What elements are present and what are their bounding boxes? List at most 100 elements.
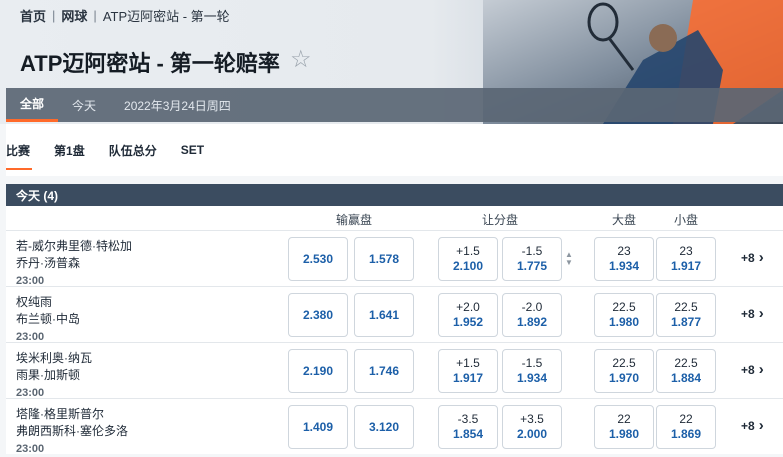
- odds-price: 1.854: [452, 427, 484, 441]
- moneyline-away-button[interactable]: 3.120: [354, 405, 414, 449]
- more-count: +8: [741, 418, 755, 433]
- odds-line: +1.5: [456, 244, 480, 258]
- moneyline-home-button[interactable]: 2.380: [288, 293, 348, 337]
- chevron-right-icon: ›: [758, 249, 764, 266]
- more-count: +8: [741, 306, 755, 321]
- team-away[interactable]: 弗朗西斯科·塞伦多洛: [16, 422, 128, 439]
- odds-price: 1.578: [368, 251, 400, 266]
- team-home[interactable]: 塔隆·格里斯普尔: [16, 405, 104, 422]
- handicap-away-button[interactable]: -1.5 1.775: [502, 237, 562, 281]
- team-home[interactable]: 权纯雨: [16, 293, 52, 310]
- odds-line: 23: [679, 244, 693, 258]
- match-row: 塔隆·格里斯普尔 弗朗西斯科·塞伦多洛 23:00 1.409 3.120 -3…: [6, 398, 783, 455]
- breadcrumb: 首页 | 网球 | ATP迈阿密站 - 第一轮: [20, 6, 230, 25]
- odds-price: 2.100: [452, 259, 484, 273]
- odds-price: 1.980: [608, 315, 640, 329]
- odds-price: 1.877: [670, 315, 702, 329]
- column-under: 小盘: [674, 213, 699, 227]
- odds-price: 2.190: [302, 363, 334, 378]
- team-away[interactable]: 布兰顿·中岛: [16, 310, 80, 327]
- handicap-home-button[interactable]: -3.5 1.854: [438, 405, 498, 449]
- breadcrumb-home[interactable]: 首页: [20, 6, 46, 25]
- team-home[interactable]: 若-威尔弗里德·特松加: [16, 237, 132, 254]
- odds-price: 1.746: [368, 363, 400, 378]
- tab-set[interactable]: SET: [169, 124, 216, 176]
- breadcrumb-sport[interactable]: 网球: [61, 6, 87, 25]
- odds-line: 22.5: [612, 356, 636, 370]
- odds-line: 23: [617, 244, 631, 258]
- date-filter-tabs: 全部 今天 2022年3月24日周四: [6, 88, 783, 122]
- odds-line: -3.5: [457, 412, 479, 426]
- moneyline-away-button[interactable]: 1.578: [354, 237, 414, 281]
- handicap-away-button[interactable]: -1.5 1.934: [502, 349, 562, 393]
- team-away[interactable]: 雨果·加斯顿: [16, 366, 80, 383]
- odds-line: 22.5: [612, 300, 636, 314]
- match-list: 若-威尔弗里德·特松加 乔丹·汤普森 23:00 2.530 1.578 +1.…: [6, 230, 783, 455]
- chevron-right-icon: ›: [758, 305, 764, 322]
- tab-team-total[interactable]: 队伍总分: [97, 124, 169, 176]
- moneyline-away-button[interactable]: 1.746: [354, 349, 414, 393]
- more-markets-button[interactable]: +8 ›: [741, 417, 764, 434]
- star-icon[interactable]: ☆: [290, 45, 312, 74]
- tab-date[interactable]: 2022年3月24日周四: [110, 88, 245, 122]
- tab-first-set[interactable]: 第1盘: [42, 124, 97, 176]
- more-markets-button[interactable]: +8 ›: [741, 249, 764, 266]
- column-handicap: 让分盘: [482, 213, 519, 227]
- odds-line: 22: [679, 412, 693, 426]
- odds-price: 2.530: [302, 251, 334, 266]
- under-button[interactable]: 22.5 1.877: [656, 293, 716, 337]
- odds-price: 1.934: [516, 371, 548, 385]
- more-count: +8: [741, 250, 755, 265]
- over-button[interactable]: 23 1.934: [594, 237, 654, 281]
- odds-price: 1.917: [670, 259, 702, 273]
- group-header[interactable]: 今天 (4): [6, 184, 783, 206]
- odds-price: 2.380: [302, 307, 334, 322]
- moneyline-away-button[interactable]: 1.641: [354, 293, 414, 337]
- odds-price: 1.934: [608, 259, 640, 273]
- odds-line: -1.5: [521, 244, 543, 258]
- handicap-home-button[interactable]: +2.0 1.952: [438, 293, 498, 337]
- odds-price: 1.869: [670, 427, 702, 441]
- chevron-right-icon: ›: [758, 417, 764, 434]
- page-header: 首页 | 网球 | ATP迈阿密站 - 第一轮 ATP迈阿密站 - 第一轮赔率 …: [0, 0, 783, 124]
- team-away[interactable]: 乔丹·汤普森: [16, 254, 80, 271]
- breadcrumb-separator: |: [52, 8, 56, 23]
- column-moneyline: 输赢盘: [336, 213, 373, 227]
- moneyline-home-button[interactable]: 1.409: [288, 405, 348, 449]
- handicap-home-button[interactable]: +1.5 1.917: [438, 349, 498, 393]
- under-button[interactable]: 23 1.917: [656, 237, 716, 281]
- market-tabs: 比赛 第1盘 队伍总分 SET: [6, 124, 783, 176]
- handicap-away-button[interactable]: -2.0 1.892: [502, 293, 562, 337]
- handicap-away-button[interactable]: +3.5 2.000: [502, 405, 562, 449]
- more-markets-button[interactable]: +8 ›: [741, 361, 764, 378]
- odds-price: 1.409: [302, 419, 334, 434]
- odds-line: -1.5: [521, 356, 543, 370]
- tab-match[interactable]: 比赛: [6, 124, 42, 176]
- handicap-home-button[interactable]: +1.5 2.100: [438, 237, 498, 281]
- odds-line: 22: [617, 412, 631, 426]
- moneyline-home-button[interactable]: 2.190: [288, 349, 348, 393]
- odds-line: +2.0: [456, 300, 480, 314]
- over-button[interactable]: 22.5 1.970: [594, 349, 654, 393]
- more-count: +8: [741, 362, 755, 377]
- page-title: ATP迈阿密站 - 第一轮赔率: [20, 51, 280, 76]
- team-home[interactable]: 埃米利奥·纳瓦: [16, 349, 92, 366]
- odds-price: 1.952: [452, 315, 484, 329]
- tab-all[interactable]: 全部: [6, 88, 59, 122]
- tab-today[interactable]: 今天: [58, 88, 110, 122]
- column-headers: 输赢盘 让分盘 大盘 小盘: [6, 206, 783, 230]
- under-button[interactable]: 22.5 1.884: [656, 349, 716, 393]
- match-row: 权纯雨 布兰顿·中岛 23:00 2.380 1.641 +2.0 1.952 -…: [6, 286, 783, 343]
- moneyline-home-button[interactable]: 2.530: [288, 237, 348, 281]
- match-time: 23:00: [16, 443, 45, 455]
- more-markets-button[interactable]: +8 ›: [741, 305, 764, 322]
- line-switch-icon[interactable]: ▲ ▼: [565, 251, 573, 267]
- over-button[interactable]: 22 1.980: [594, 405, 654, 449]
- odds-price: 1.775: [516, 259, 548, 273]
- under-button[interactable]: 22 1.869: [656, 405, 716, 449]
- odds-price: 2.000: [516, 427, 548, 441]
- odds-price: 1.970: [608, 371, 640, 385]
- odds-line: +3.5: [520, 412, 544, 426]
- over-button[interactable]: 22.5 1.980: [594, 293, 654, 337]
- odds-line: +1.5: [456, 356, 480, 370]
